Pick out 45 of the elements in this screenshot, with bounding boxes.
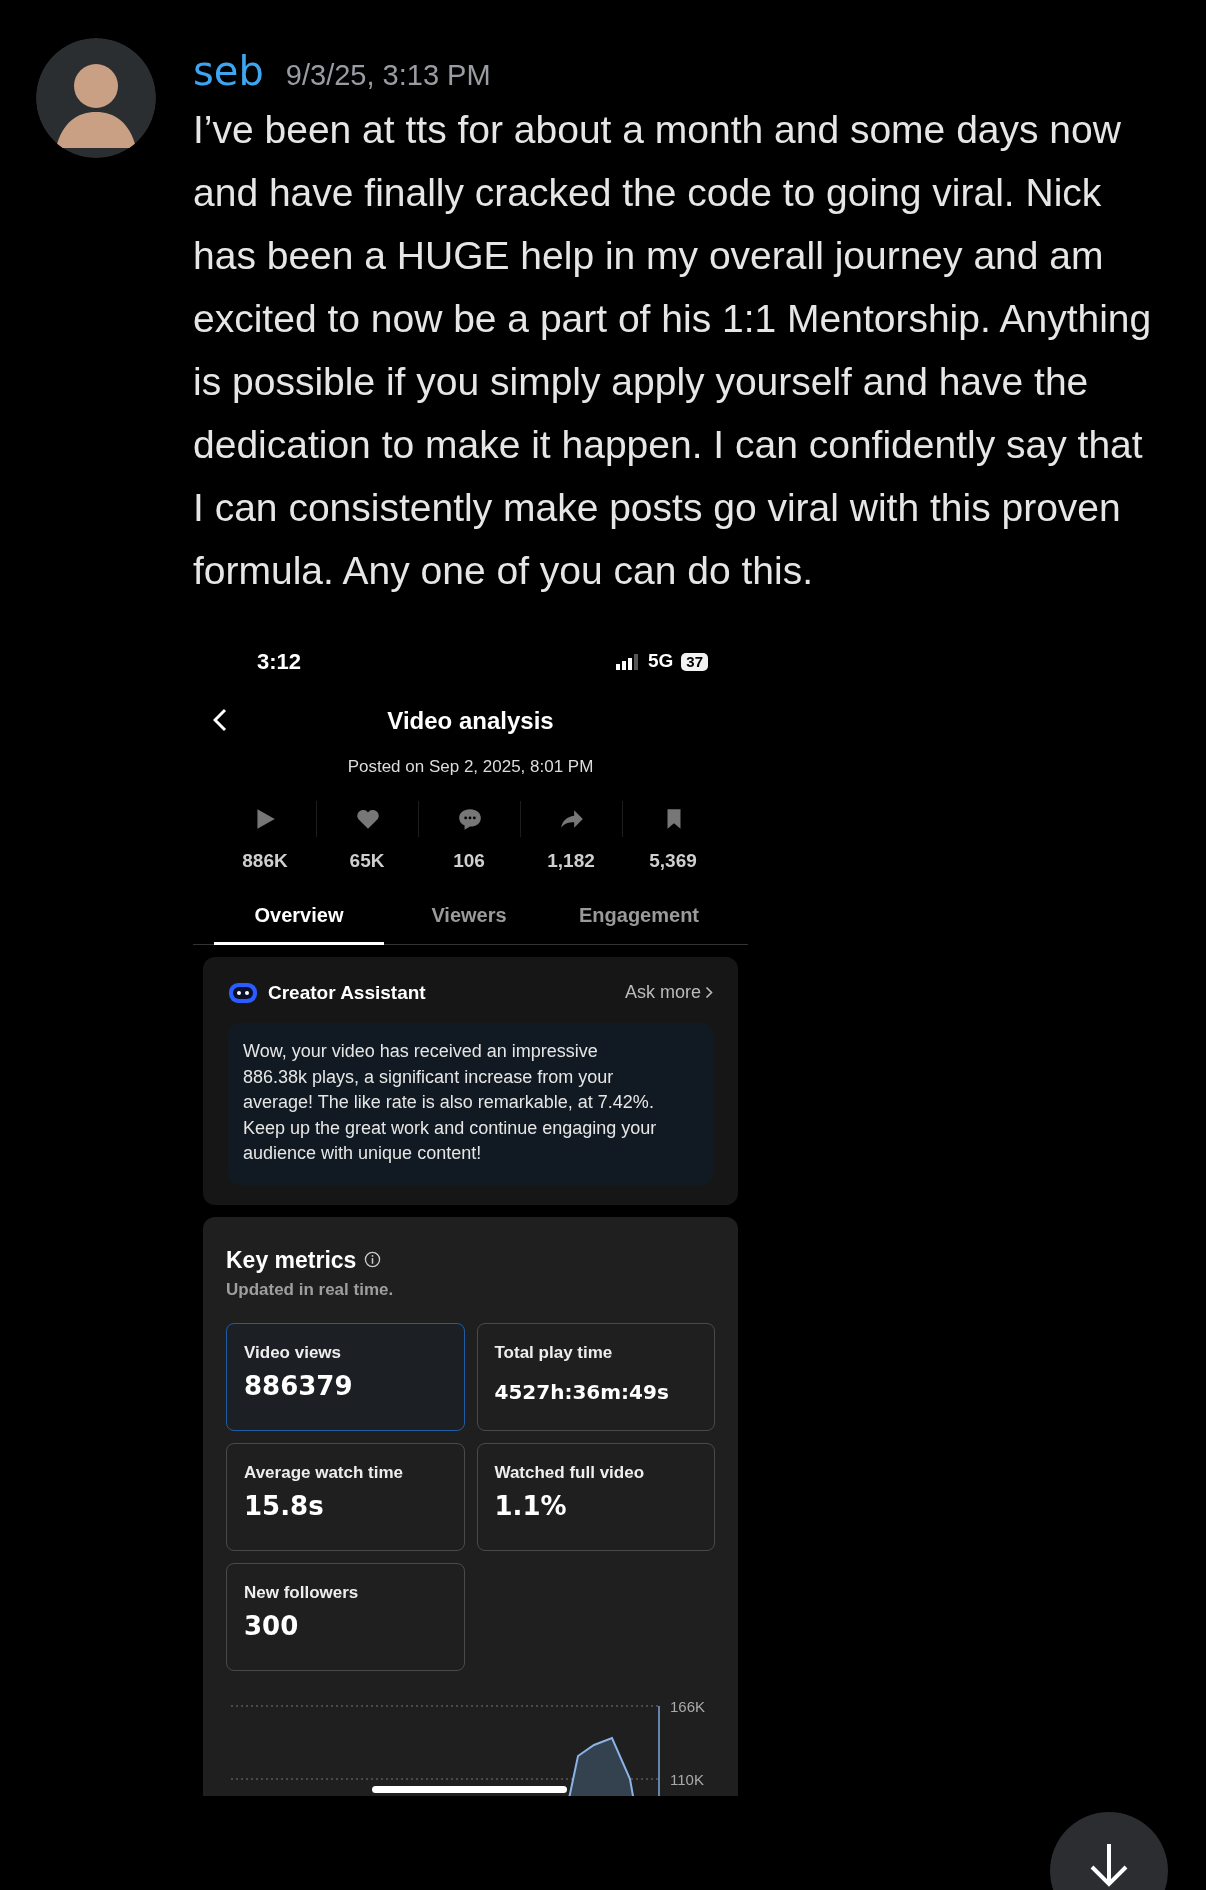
- posted-date: Posted on Sep 2, 2025, 8:01 PM: [346, 755, 595, 778]
- message-text: I’ve been at tts for about a month and some days now and have finally cracked the code to going viral. Nick has been a HUGE help in my overall journey and am excited to now be a part of his 1:1 Mentorship. Anything is possible if you simply apply yourself and have the dedication to make it happen. I can confidently say that I can consistently make posts go viral with this proven formula. Any one of you can do this.: [193, 106, 1153, 594]
- stat-count: 1,182: [546, 849, 596, 873]
- assistant-message: Wow, your video has received an impressive 886.38k plays, a significant increase from your average! The like rate is also remarkable, at 7.42%. Keep up the great work and continue engaging your audience with unique content!: [228, 1023, 713, 1185]
- metric-label: Total play time: [494, 1341, 614, 1364]
- tab[interactable]: Engagement: [554, 893, 724, 945]
- metric-value: 15.8s: [244, 1490, 325, 1523]
- section-title: Key metrics: [226, 1245, 357, 1275]
- back-button[interactable]: [213, 707, 227, 733]
- robot-icon: [228, 980, 258, 1005]
- stat-count: 106: [452, 849, 486, 873]
- metric-value: 4527h:36m:49s: [494, 1379, 670, 1406]
- status-time: 3:12: [257, 648, 302, 676]
- metric-value: 886379: [244, 1370, 354, 1403]
- axis-label: 166K: [670, 1696, 706, 1717]
- metric-tile[interactable]: Average watch time 15.8s: [226, 1442, 465, 1551]
- comment-icon: [456, 806, 483, 832]
- metric-tile[interactable]: New followers 300: [226, 1562, 465, 1671]
- metric-label: Video views: [244, 1341, 342, 1364]
- signal-icon: [615, 653, 640, 670]
- metric-tile[interactable]: Video views 886379: [226, 1322, 465, 1431]
- ask-more-link[interactable]: Ask more: [624, 979, 713, 1007]
- stat-count: 886K: [241, 849, 289, 873]
- network-label: 5G: [647, 649, 674, 674]
- tab[interactable]: Overview: [214, 893, 384, 945]
- info-icon[interactable]: [364, 1251, 382, 1269]
- battery-indicator: 37: [681, 652, 708, 671]
- assistant-title: Creator Assistant: [268, 980, 426, 1005]
- screen-title: Video analysis: [387, 705, 554, 736]
- avatar[interactable]: [36, 38, 156, 158]
- metric-tile[interactable]: Watched full video 1.1%: [476, 1442, 715, 1551]
- metric-label: Watched full video: [494, 1461, 646, 1484]
- metric-label: New followers: [244, 1581, 360, 1604]
- stat-count: 65K: [348, 849, 386, 873]
- metric-value: 1.1%: [494, 1490, 568, 1523]
- axis-label: 110K: [670, 1769, 704, 1790]
- timestamp: 9/3/25, 3:13 PM: [285, 59, 491, 91]
- metric-label: Average watch time: [244, 1461, 405, 1484]
- metric-tile[interactable]: Total play time 4527h:36m:49s: [476, 1322, 715, 1431]
- metric-value: 300: [244, 1610, 300, 1643]
- chevron-icon: [705, 986, 713, 1000]
- username[interactable]: seb: [193, 48, 264, 94]
- section-subtitle: Updated in real time.: [226, 1279, 395, 1301]
- tab[interactable]: Viewers: [384, 893, 554, 945]
- stat-count: 5,369: [648, 849, 698, 873]
